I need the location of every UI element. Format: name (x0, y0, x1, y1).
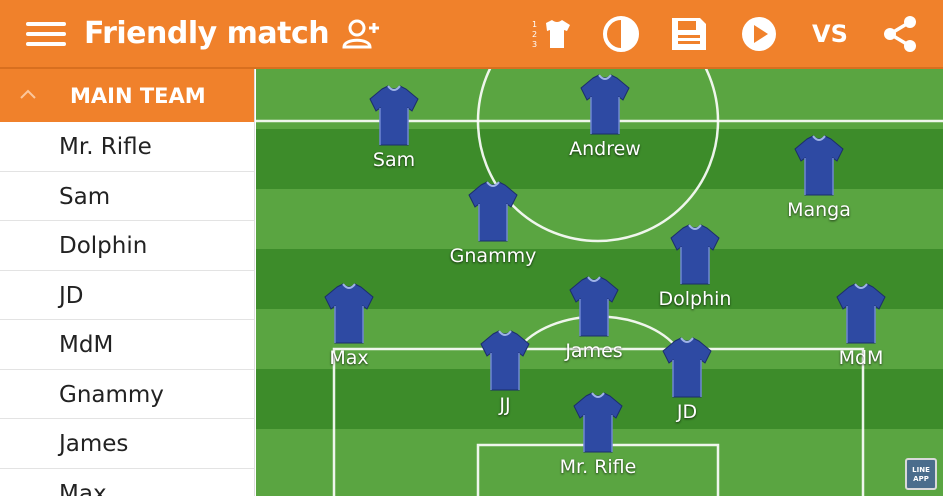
jersey-icon (794, 135, 844, 196)
svg-text:LINE: LINE (912, 466, 930, 474)
list-item[interactable]: Max (0, 469, 254, 496)
player-label: JJ (499, 394, 511, 416)
player-label: Dolphin (658, 288, 732, 310)
svg-text:3: 3 (532, 40, 537, 49)
shirt-numbers-icon[interactable]: 123 (532, 15, 572, 53)
save-icon[interactable] (670, 15, 708, 53)
player-label: JD (676, 401, 698, 423)
main-team-header[interactable]: MAIN TEAM (0, 69, 254, 122)
vs-button[interactable]: VS (812, 15, 848, 53)
player-name: JD (59, 282, 84, 309)
football-field: Sam Andrew Manga Gnammy Dolphin Max James MdM JJ… (256, 69, 943, 496)
list-item[interactable]: Mr. Rifle (0, 122, 254, 172)
page-title: Friendly match (84, 16, 330, 51)
jersey-icon (670, 224, 720, 285)
jersey-icon (573, 392, 623, 453)
player-label: Sam (372, 149, 416, 171)
player-label: Manga (787, 199, 851, 221)
add-user-icon[interactable] (341, 15, 381, 53)
player-label: Max (329, 347, 369, 369)
jersey-icon (569, 276, 619, 337)
svg-text:1: 1 (532, 20, 537, 29)
jersey-icon (369, 85, 419, 146)
list-item[interactable]: MdM (0, 320, 254, 370)
app-bar: Friendly match 123 VS (0, 0, 943, 69)
list-item[interactable]: Dolphin (0, 221, 254, 271)
player-label: Andrew (569, 138, 641, 160)
chevron-up-icon (20, 89, 36, 99)
player-label: James (565, 340, 623, 362)
player-name: Gnammy (59, 381, 164, 408)
svg-text:APP: APP (913, 475, 929, 483)
player-label: Gnammy (449, 245, 537, 267)
player-label: Mr. Rifle (559, 456, 637, 478)
share-icon[interactable] (882, 15, 918, 53)
list-item[interactable]: Gnammy (0, 370, 254, 419)
player-name: James (59, 431, 129, 457)
jersey-icon (662, 337, 712, 398)
play-icon[interactable] (740, 15, 778, 53)
svg-text:2: 2 (532, 30, 537, 39)
team-sidebar: MAIN TEAM Mr. Rifle Sam Dolphin JD MdM G… (0, 69, 255, 496)
player-label: MdM (838, 347, 884, 369)
list-item[interactable]: JD (0, 271, 254, 320)
main-team-label: MAIN TEAM (70, 84, 206, 108)
player-name: Sam (59, 183, 111, 210)
jersey-icon (324, 283, 374, 344)
contrast-icon[interactable] (602, 15, 640, 53)
player-name: Mr. Rifle (59, 134, 152, 160)
player-name: Max (59, 480, 107, 496)
jersey-icon (468, 181, 518, 242)
jersey-icon (836, 283, 886, 344)
jersey-icon (580, 74, 630, 135)
jersey-icon (480, 330, 530, 391)
menu-icon[interactable] (26, 15, 66, 53)
vs-label: VS (812, 20, 848, 48)
list-item[interactable]: Sam (0, 172, 254, 221)
player-name: Dolphin (59, 233, 148, 259)
app-badge-icon[interactable]: LINE APP (905, 458, 937, 490)
list-item[interactable]: James (0, 419, 254, 469)
player-name: MdM (59, 332, 114, 358)
